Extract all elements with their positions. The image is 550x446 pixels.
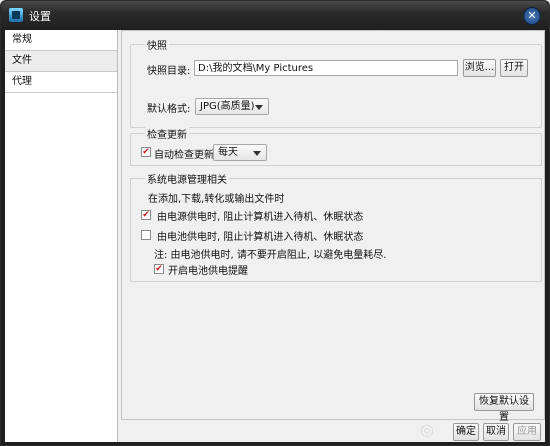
snapshot-dir-input[interactable]: D:\我的文档\My Pictures — [194, 60, 458, 76]
power-legend: 系统电源管理相关 — [145, 171, 229, 186]
window-title: 设置 — [29, 10, 51, 23]
format-label: 默认格式: — [147, 104, 191, 115]
dialog-body: 常规 文件 代理 快照 快照目录: D:\我的文档\My Pictures 浏览… — [5, 30, 545, 442]
apply-button[interactable]: 应用 — [513, 423, 541, 441]
nav-item-proxy[interactable]: 代理 — [5, 72, 117, 93]
format-select[interactable]: JPG(高质量) — [195, 98, 269, 115]
battery-reminder-label: 开启电池供电提醒 — [168, 266, 248, 277]
update-group: 检查更新 自动检查更新: 每天 — [130, 126, 542, 166]
snapshot-dir-label: 快照目录: — [147, 66, 191, 77]
format-select-value: JPG(高质量) — [200, 101, 255, 112]
ok-button[interactable]: 确定 — [453, 423, 479, 441]
watermark-logo: ◎ — [420, 420, 434, 439]
battery-note-text: 注: 由电池供电时, 请不要开启阻止, 以避免电量耗尽. — [154, 250, 387, 261]
power-group: 系统电源管理相关 在添加,下载,转化或输出文件时 由电源供电时, 阻止计算机进入… — [130, 171, 542, 282]
open-button[interactable]: 打开 — [500, 59, 528, 77]
auto-update-label: 自动检查更新: — [154, 150, 218, 161]
chevron-down-icon — [255, 105, 263, 110]
nav-item-general[interactable]: 常规 — [5, 30, 117, 51]
chevron-down-icon — [253, 151, 261, 156]
settings-window: 设置 ✕ 常规 文件 代理 快照 快照目录: D:\我的文档\My Pictur… — [0, 0, 550, 446]
settings-nav: 常规 文件 代理 — [5, 30, 118, 442]
power-intro-text: 在添加,下载,转化或输出文件时 — [148, 194, 285, 205]
browse-button[interactable]: 浏览... — [463, 59, 496, 77]
battery-power-checkbox[interactable] — [141, 230, 151, 240]
snapshot-legend: 快照 — [145, 37, 169, 52]
ac-power-label: 由电源供电时, 阻止计算机进入待机、休眠状态 — [157, 212, 364, 223]
app-icon — [9, 8, 23, 22]
close-button[interactable]: ✕ — [523, 7, 541, 25]
settings-panel: 快照 快照目录: D:\我的文档\My Pictures 浏览... 打开 默认… — [121, 30, 545, 423]
snapshot-group: 快照 快照目录: D:\我的文档\My Pictures 浏览... 打开 默认… — [130, 37, 542, 128]
auto-update-checkbox[interactable] — [141, 147, 151, 157]
update-frequency-select[interactable]: 每天 — [213, 144, 267, 161]
battery-reminder-checkbox[interactable] — [154, 264, 164, 274]
title-bar[interactable]: 设置 ✕ — [1, 1, 549, 29]
cancel-button[interactable]: 取消 — [483, 423, 509, 441]
ac-power-checkbox[interactable] — [141, 210, 151, 220]
nav-item-file[interactable]: 文件 — [5, 51, 117, 72]
update-frequency-value: 每天 — [218, 147, 238, 158]
battery-power-label: 由电池供电时, 阻止计算机进入待机、休眠状态 — [157, 232, 364, 243]
restore-defaults-button[interactable]: 恢复默认设置 — [474, 393, 534, 423]
update-legend: 检查更新 — [145, 126, 189, 141]
